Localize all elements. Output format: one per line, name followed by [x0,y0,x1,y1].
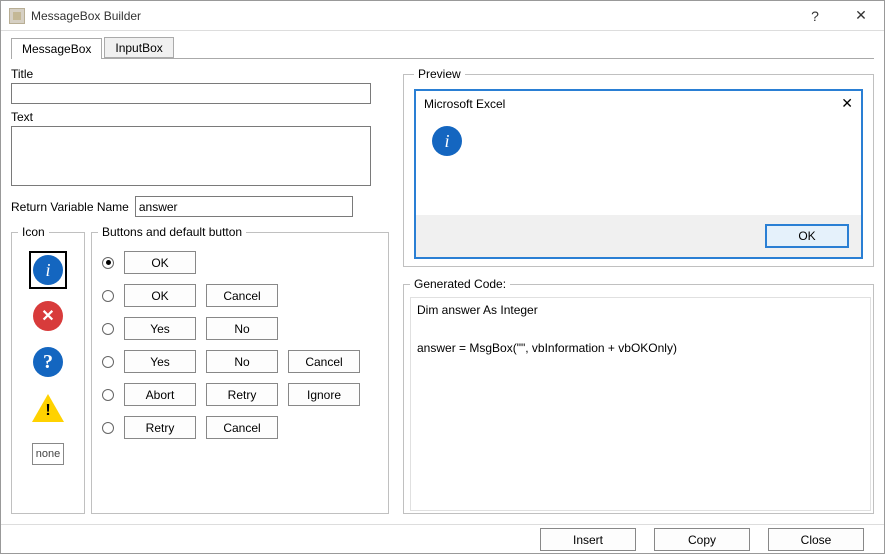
btn-sample[interactable]: Cancel [206,284,278,307]
question-icon [33,347,63,377]
buttons-legend: Buttons and default button [98,225,246,239]
retvar-label: Return Variable Name [11,200,129,214]
preview-info-icon: i [432,126,462,156]
button-radio-3[interactable] [102,356,114,368]
info-icon [33,255,63,285]
generated-group: Generated Code: Dim answer As Integer an… [403,277,874,514]
icon-option-info[interactable] [29,251,67,289]
preview-close-icon[interactable]: ✕ [841,95,853,112]
title-label: Title [11,67,389,81]
button-radio-5[interactable] [102,422,114,434]
button-row: Abort Retry Ignore [102,383,378,406]
preview-title: Microsoft Excel [424,97,841,111]
bottom-bar: Insert Copy Close [1,524,884,554]
icon-option-error[interactable] [29,297,67,335]
btn-sample[interactable]: Ignore [288,383,360,406]
app-icon [9,8,25,24]
generated-legend: Generated Code: [410,277,510,291]
preview-ok-button[interactable]: OK [765,224,849,248]
icon-option-question[interactable] [29,343,67,381]
tab-strip: MessageBox InputBox [11,37,874,59]
button-row: OK Cancel [102,284,378,307]
btn-sample[interactable]: OK [124,251,196,274]
btn-sample[interactable]: Yes [124,317,196,340]
button-row: Yes No Cancel [102,350,378,373]
button-row: Yes No [102,317,378,340]
help-button[interactable]: ? [792,1,838,31]
warning-icon [32,394,64,422]
text-label: Text [11,110,389,124]
button-radio-4[interactable] [102,389,114,401]
error-icon [33,301,63,331]
generated-code[interactable]: Dim answer As Integer answer = MsgBox(""… [410,297,871,511]
buttons-group: Buttons and default button OK OK Cancel [91,225,389,514]
btn-sample[interactable]: Cancel [206,416,278,439]
button-row: Retry Cancel [102,416,378,439]
btn-sample[interactable]: Retry [206,383,278,406]
icon-group: Icon none [11,225,85,514]
btn-sample[interactable]: No [206,317,278,340]
preview-window: Microsoft Excel ✕ i OK [414,89,863,259]
btn-sample[interactable]: Cancel [288,350,360,373]
button-radio-0[interactable] [102,257,114,269]
btn-sample[interactable]: Retry [124,416,196,439]
icon-option-warning[interactable] [29,389,67,427]
copy-button[interactable]: Copy [654,528,750,551]
preview-group: Preview Microsoft Excel ✕ i OK [403,67,874,267]
btn-sample[interactable]: Yes [124,350,196,373]
insert-button[interactable]: Insert [540,528,636,551]
button-row: OK [102,251,378,274]
close-window-button[interactable]: ✕ [838,1,884,31]
btn-sample[interactable]: Abort [124,383,196,406]
retvar-input[interactable] [135,196,353,217]
btn-sample[interactable]: OK [124,284,196,307]
none-icon: none [32,443,64,465]
preview-legend: Preview [414,67,465,81]
close-button[interactable]: Close [768,528,864,551]
titlebar: MessageBox Builder ? ✕ [1,1,884,31]
tab-messagebox[interactable]: MessageBox [11,38,102,59]
window-title: MessageBox Builder [31,9,792,23]
tab-inputbox[interactable]: InputBox [104,37,173,58]
icon-option-none[interactable]: none [29,435,67,473]
btn-sample[interactable]: No [206,350,278,373]
text-input[interactable] [11,126,371,186]
icon-legend: Icon [18,225,49,239]
button-radio-2[interactable] [102,323,114,335]
button-radio-1[interactable] [102,290,114,302]
title-input[interactable] [11,83,371,104]
